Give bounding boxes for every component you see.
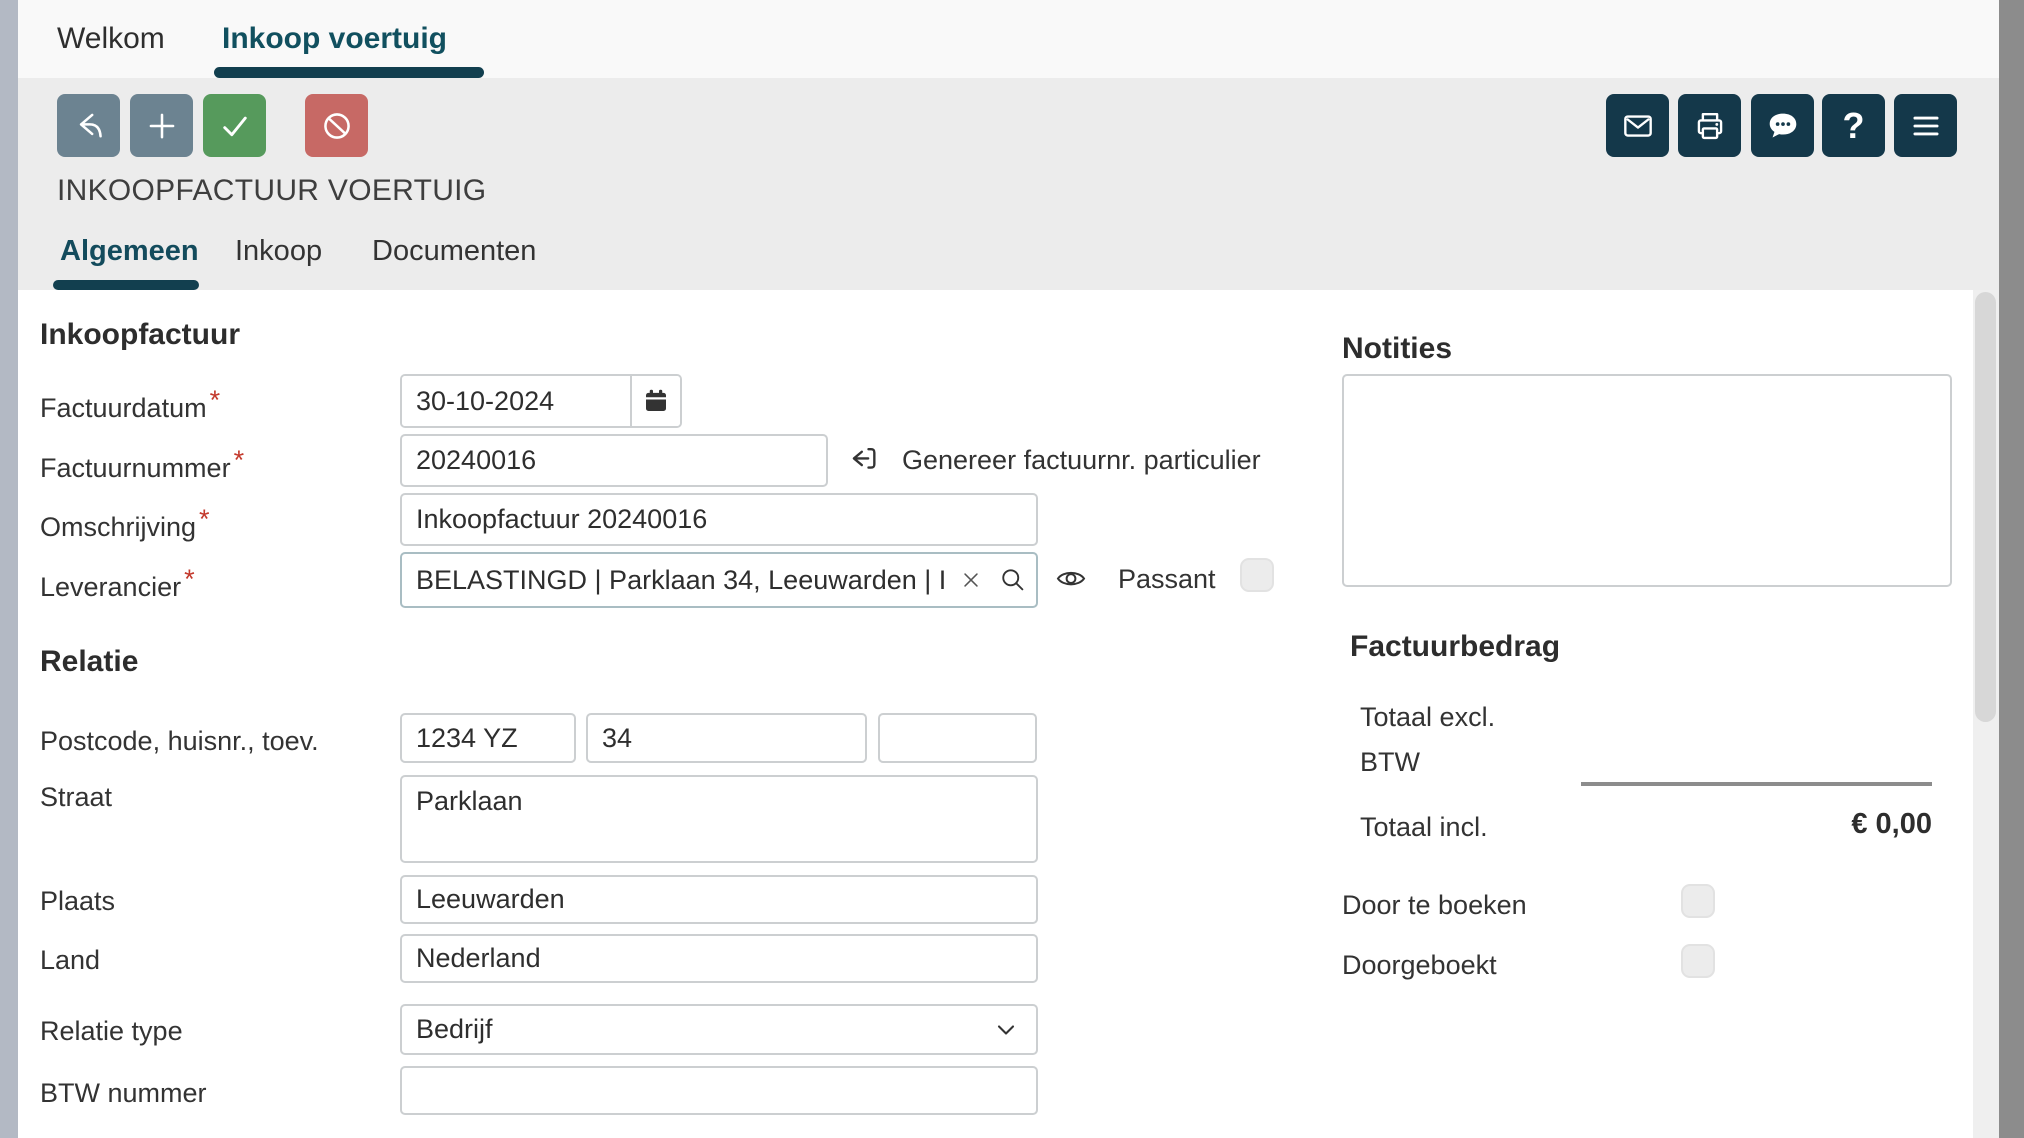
btw-nummer-label: BTW nummer [40,1078,207,1109]
required-marker: * [199,504,210,534]
section-heading-inkoopfactuur: Inkoopfactuur [40,318,240,352]
section-heading-factuurbedrag: Factuurbedrag [1350,630,1560,664]
factuurnummer-label: Factuurnummer* [40,445,244,484]
generate-return-icon [846,441,884,479]
save-button[interactable] [203,94,266,157]
totals-divider [1581,782,1932,786]
tab-welkom[interactable]: Welkom [57,0,165,78]
search-button[interactable] [990,554,1036,606]
leverancier-label-text: Leverancier [40,572,181,602]
genereer-factuurnr-action[interactable]: Genereer factuurnr. particulier [846,438,1261,482]
app-window: Welkom Inkoop voertuig [0,0,2024,1138]
left-window-edge [0,0,18,1138]
required-marker: * [210,385,221,415]
totaal-incl-value: € 0,00 [1581,808,1932,841]
huisnummer-input[interactable] [586,713,867,763]
datepicker-button[interactable] [630,376,680,426]
active-subtab-underline [53,280,199,290]
door-te-boeken-checkbox[interactable] [1681,884,1715,918]
leverancier-field[interactable]: BELASTINGD | Parklaan 34, Leeuwarden | I [400,552,1038,608]
tab-algemeen[interactable]: Algemeen [60,235,199,268]
required-marker: * [184,564,195,594]
window-tabstrip: Welkom Inkoop voertuig [18,0,1999,78]
section-heading-relatie: Relatie [40,645,138,679]
calendar-icon [641,386,671,416]
chat-bubble-icon [1764,107,1802,145]
section-heading-notities: Notities [1342,332,1452,366]
factuurnummer-input[interactable] [400,434,828,487]
cancel-button[interactable] [305,94,368,157]
postcode-label: Postcode, huisnr., toev. [40,726,319,757]
land-label: Land [40,945,100,976]
omschrijving-input[interactable] [400,493,1038,546]
plus-icon [143,107,181,145]
search-icon [998,565,1028,595]
totaal-incl-label: Totaal incl. [1360,812,1488,843]
tab-inkoop[interactable]: Inkoop [235,235,322,268]
inner-scrollbar-thumb[interactable] [1975,292,1996,722]
hamburger-icon [1907,107,1945,145]
plaats-input[interactable] [400,875,1038,924]
omschrijving-label-text: Omschrijving [40,512,196,542]
factuurdatum-input[interactable] [402,376,630,426]
required-marker: * [234,445,245,475]
toevoeging-input[interactable] [878,713,1037,763]
clear-button[interactable] [952,554,990,606]
chat-button[interactable] [1751,94,1814,157]
email-button[interactable] [1606,94,1669,157]
leverancier-label: Leverancier* [40,564,195,603]
active-tab-underline [214,67,484,78]
notities-textarea[interactable] [1342,374,1952,587]
straat-textarea[interactable]: Parklaan [400,775,1038,863]
btw-nummer-input[interactable] [400,1066,1038,1115]
factuurdatum-field [400,374,682,428]
outer-vertical-scrollbar[interactable] [1999,0,2024,1138]
check-icon [216,107,254,145]
view-leverancier-button[interactable] [1048,560,1094,600]
eye-icon [1050,563,1092,597]
leverancier-value: BELASTINGD | Parklaan 34, Leeuwarden | I [402,565,952,596]
land-input[interactable] [400,934,1038,983]
omschrijving-label: Omschrijving* [40,504,210,543]
envelope-icon [1619,107,1657,145]
question-mark-icon: ? [1843,105,1865,147]
factuurdatum-label: Factuurdatum* [40,385,220,424]
page-title: INKOOPFACTUUR VOERTUIG [57,174,486,208]
printer-icon [1691,107,1729,145]
relatie-type-value: Bedrijf [416,1014,493,1045]
print-button[interactable] [1678,94,1741,157]
menu-button[interactable] [1894,94,1957,157]
door-te-boeken-label: Door te boeken [1342,890,1527,921]
factuurdatum-label-text: Factuurdatum [40,393,207,423]
relatie-type-select[interactable]: Bedrijf [400,1004,1038,1055]
genereer-label: Genereer factuurnr. particulier [902,445,1261,476]
chevron-down-icon [992,1016,1020,1044]
factuurnummer-label-text: Factuurnummer [40,453,231,483]
totaal-excl-btw-label: Totaal excl. BTW [1360,695,1535,785]
tab-documenten[interactable]: Documenten [372,235,536,268]
straat-label: Straat [40,782,112,813]
form-content: Inkoopfactuur Factuurdatum* Factuurnumme… [18,290,1973,1138]
plaats-label: Plaats [40,886,115,917]
add-button[interactable] [130,94,193,157]
help-button[interactable]: ? [1822,94,1885,157]
passant-label: Passant [1118,564,1216,595]
block-icon [318,107,356,145]
doorgeboekt-checkbox[interactable] [1681,944,1715,978]
passant-checkbox[interactable] [1240,558,1274,592]
postcode-input[interactable] [400,713,576,763]
inner-vertical-scrollbar[interactable] [1973,290,1999,1138]
doorgeboekt-label: Doorgeboekt [1342,950,1497,981]
clear-x-icon [958,567,984,593]
relatie-type-label: Relatie type [40,1016,183,1047]
undo-button[interactable] [57,94,120,157]
undo-icon [70,107,108,145]
toolbar-area: ? INKOOPFACTUUR VOERTUIG Algemeen Inkoop… [18,78,1999,290]
